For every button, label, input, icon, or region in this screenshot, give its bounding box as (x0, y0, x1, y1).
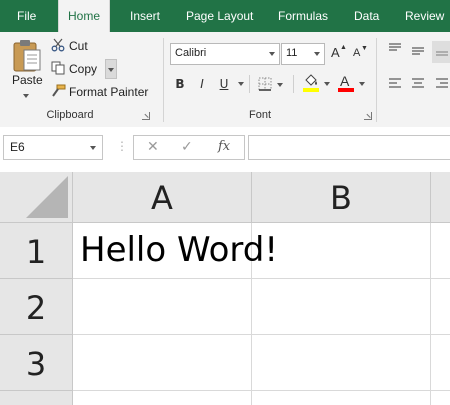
insert-function-icon[interactable]: fx (218, 139, 230, 154)
borders-dropdown-icon (277, 83, 283, 87)
row-header-1[interactable]: 1 (0, 223, 73, 279)
borders-icon (258, 77, 272, 91)
decrease-font-size-button[interactable]: A ▼ (352, 44, 368, 62)
font-color-dropdown-icon (359, 82, 365, 86)
format-painter-label: Format Painter (69, 85, 149, 99)
italic-button[interactable]: I (194, 76, 210, 92)
paste-dropdown-caret[interactable] (23, 94, 29, 98)
cell-b2[interactable] (252, 279, 431, 335)
scissors-icon (51, 38, 65, 52)
tab-home[interactable]: Home (58, 0, 111, 33)
bold-button[interactable]: B (172, 76, 188, 92)
font-size-combobox[interactable]: 11 (281, 43, 325, 65)
cell-a1-text: Hello Word! (80, 230, 279, 270)
cut-button[interactable]: Cut (51, 37, 111, 55)
font-name-value: Calibri (175, 47, 207, 59)
group-separator (163, 38, 164, 122)
font-color-icon: A (340, 73, 350, 89)
copy-dropdown-caret (108, 68, 114, 72)
font-group-label: Font (248, 109, 271, 121)
cell-c3[interactable] (431, 335, 450, 391)
font-color-swatch (338, 88, 354, 92)
tab-page-layout[interactable]: Page Layout (186, 0, 253, 32)
clipboard-group-label: Clipboard (46, 109, 94, 121)
alignment-icons (389, 41, 450, 88)
tab-file[interactable]: File (17, 0, 36, 32)
grow-arrow-icon: ▲ (340, 44, 347, 51)
font-name-dropdown-icon[interactable] (269, 52, 275, 56)
fill-color-button[interactable] (303, 74, 333, 94)
fill-color-dropdown-icon (324, 82, 330, 86)
cancel-icon[interactable]: ✕ (147, 139, 159, 155)
row-header-2[interactable]: 2 (0, 279, 73, 335)
font-size-value: 11 (286, 47, 298, 59)
font-color-button[interactable]: A (338, 73, 368, 94)
cell-c2[interactable] (431, 279, 450, 335)
underline-button[interactable]: U (216, 76, 232, 92)
column-header-c[interactable] (431, 172, 450, 223)
divider (249, 75, 250, 93)
underline-dropdown-icon[interactable] (238, 82, 244, 86)
cell-b3[interactable] (252, 335, 431, 391)
font-name-combobox[interactable]: Calibri (170, 43, 280, 65)
font-size-dropdown-icon[interactable] (314, 52, 320, 56)
select-all-triangle-icon (26, 176, 68, 218)
font-dialog-launcher-icon[interactable] (364, 112, 372, 120)
cell-a2[interactable] (73, 279, 252, 335)
name-box-dropdown-icon[interactable] (90, 146, 96, 150)
paint-bucket-icon (305, 74, 317, 86)
paste-button[interactable]: Paste (8, 38, 44, 102)
formula-input[interactable] (248, 135, 450, 160)
cell-a3[interactable] (73, 335, 252, 391)
cell-a4[interactable] (73, 391, 252, 405)
copy-label: Copy (69, 62, 98, 76)
tab-formulas[interactable]: Formulas (278, 0, 328, 32)
cut-label: Cut (69, 39, 88, 53)
row-header-3[interactable]: 3 (0, 335, 73, 391)
group-separator (376, 38, 377, 122)
copy-icon (51, 61, 65, 75)
name-box-value: E6 (10, 140, 25, 154)
cell-b1[interactable] (252, 223, 431, 279)
alignment-group (386, 41, 450, 101)
paste-icon (13, 40, 41, 72)
copy-dropdown[interactable] (105, 59, 117, 79)
name-box[interactable]: E6 (3, 135, 103, 160)
divider (293, 75, 294, 93)
drag-handle-icon[interactable]: ⋮ (116, 139, 128, 153)
tab-insert[interactable]: Insert (130, 0, 160, 32)
tab-review[interactable]: Review (405, 0, 444, 32)
fill-color-swatch (303, 88, 319, 92)
paintbrush-icon (52, 84, 66, 97)
shrink-font-icon: A (353, 47, 361, 59)
shrink-arrow-icon: ▼ (361, 45, 368, 52)
cell-c1[interactable] (431, 223, 450, 279)
formula-buttons: ✕ ✓ fx (133, 135, 245, 160)
column-header-b[interactable]: B (252, 172, 431, 223)
paste-label: Paste (12, 73, 43, 87)
grow-font-icon: A (331, 45, 340, 60)
copy-button[interactable]: Copy (51, 59, 117, 79)
increase-font-size-button[interactable]: A ▲ (330, 44, 347, 62)
clipboard-dialog-launcher-icon[interactable] (142, 112, 150, 120)
select-all-button[interactable] (0, 172, 73, 223)
borders-button[interactable] (258, 76, 286, 92)
enter-icon[interactable]: ✓ (181, 139, 193, 155)
tab-data[interactable]: Data (354, 0, 379, 32)
cell-b4[interactable] (252, 391, 431, 405)
format-painter-button[interactable]: Format Painter (51, 83, 151, 101)
column-header-a[interactable]: A (73, 172, 252, 223)
row-header-4[interactable] (0, 391, 73, 405)
